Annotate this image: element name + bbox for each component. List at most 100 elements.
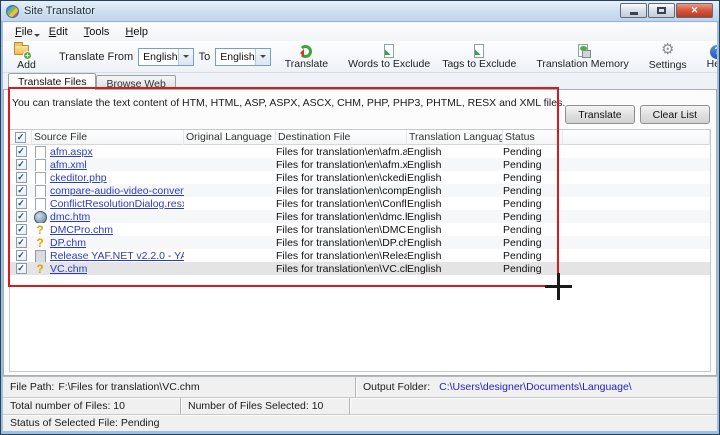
header-destination-file[interactable]: Destination File <box>276 131 350 143</box>
tab-translate-files[interactable]: Translate Files <box>8 73 96 90</box>
to-language-select[interactable]: English <box>215 48 270 66</box>
translation-language-cell: English <box>407 224 503 236</box>
destination-file-cell: Files for translation\en\DP.chm <box>276 237 407 249</box>
status-cell: Pending <box>503 211 563 223</box>
maximize-icon <box>657 7 666 14</box>
status-cell: Pending <box>503 224 563 236</box>
source-file-link[interactable]: VC.chm <box>50 263 87 275</box>
minimize-button[interactable] <box>620 3 647 18</box>
header-source-file[interactable]: Source File <box>32 131 87 143</box>
row-checkbox[interactable]: ✓ <box>16 250 27 261</box>
tab-strip: Translate Files Browse Web <box>3 73 717 90</box>
select-all-checkbox[interactable]: ✓ <box>15 132 26 143</box>
menu-bar: File Edit Tools Help <box>3 23 717 41</box>
maximize-button[interactable] <box>648 3 675 18</box>
to-label: To <box>199 51 211 63</box>
add-button[interactable]: + Add <box>7 42 46 72</box>
header-translation-language[interactable]: Translation Language <box>407 131 503 143</box>
from-language-select[interactable]: English <box>138 48 193 66</box>
source-file-link[interactable]: ckeditor.php <box>50 172 107 184</box>
translate-button[interactable]: Translate <box>565 105 634 124</box>
table-row[interactable]: ✓ afm.xml Files for translation\en\afm.x… <box>10 158 710 171</box>
table-row[interactable]: ✓ ? DP.chm Files for translation\en\DP.c… <box>10 236 710 249</box>
chm-icon: ? <box>34 263 46 275</box>
settings-button[interactable]: ⚙ Settings <box>643 42 693 72</box>
row-checkbox[interactable]: ✓ <box>16 146 27 157</box>
row-checkbox[interactable]: ✓ <box>16 237 27 248</box>
destination-file-cell: Files for translation\en\compare-a... <box>276 185 407 197</box>
table-row[interactable]: ✓ afm.aspx Files for translation\en\afm.… <box>10 145 710 158</box>
row-checkbox[interactable]: ✓ <box>16 198 27 209</box>
translate-toolbar-button[interactable]: Translate <box>279 42 334 72</box>
row-checkbox[interactable]: ✓ <box>16 224 27 235</box>
status-cell: Pending <box>503 250 563 262</box>
page-icon <box>34 172 46 184</box>
output-folder-label: Output Folder: <box>363 381 430 393</box>
row-checkbox[interactable]: ✓ <box>16 211 27 222</box>
row-checkbox[interactable]: ✓ <box>16 185 27 196</box>
source-file-link[interactable]: DP.chm <box>50 237 86 249</box>
add-folder-icon: + <box>13 42 31 58</box>
translation-language-cell: English <box>407 198 503 210</box>
status-cell: Pending <box>503 263 563 275</box>
header-original-language[interactable]: Original Language <box>184 131 272 143</box>
words-to-exclude-button[interactable]: Words to Exclude <box>342 42 436 72</box>
row-checkbox[interactable]: ✓ <box>16 172 27 183</box>
translation-memory-button[interactable]: Translation Memory <box>530 42 634 72</box>
source-file-link[interactable]: Release YAF.NET v2.2.0 - YAFNET ... <box>50 250 184 262</box>
page-icon <box>34 146 46 158</box>
source-file-link[interactable]: ConflictResolutionDialog.resx <box>50 198 184 210</box>
table-header: ✓ Source File Original Language Destinat… <box>10 130 710 145</box>
destination-file-cell: Files for translation\en\ckeditor.php <box>276 172 407 184</box>
table-row[interactable]: ✓ ? VC.chm Files for translation\en\VC.c… <box>10 262 710 275</box>
close-icon: ✕ <box>691 5 699 16</box>
app-icon <box>6 5 19 18</box>
translation-language-cell: English <box>407 172 503 184</box>
table-row[interactable]: ✓ ckeditor.php Files for translation\en\… <box>10 171 710 184</box>
table-row[interactable]: ✓ compare-audio-video-converters.as... F… <box>10 184 710 197</box>
row-checkbox[interactable]: ✓ <box>16 159 27 170</box>
file-path-label: File Path: <box>10 381 54 393</box>
chevron-down-icon[interactable] <box>255 49 270 65</box>
translation-language-cell: English <box>407 146 503 158</box>
clear-list-button[interactable]: Clear List <box>640 105 710 124</box>
source-file-link[interactable]: DMCPro.chm <box>50 224 113 236</box>
tab-browse-web[interactable]: Browse Web <box>96 75 175 90</box>
destination-file-cell: Files for translation\en\VC.chm <box>276 263 407 275</box>
source-file-link[interactable]: dmc.htm <box>50 211 90 223</box>
translation-language-cell: English <box>407 237 503 249</box>
status-cell: Pending <box>503 198 563 210</box>
add-dropdown-caret[interactable] <box>34 34 40 40</box>
translation-language-cell: English <box>407 211 503 223</box>
menu-edit[interactable]: Edit <box>41 24 76 40</box>
translate-files-panel: You can translate the text content of HT… <box>3 89 717 376</box>
header-status[interactable]: Status <box>503 131 535 143</box>
row-checkbox[interactable]: ✓ <box>16 263 27 274</box>
window-title: Site Translator <box>24 5 95 17</box>
output-folder-value[interactable]: C:\Users\designer\Documents\Language\ <box>439 381 632 393</box>
gear-icon: ⚙ <box>659 42 677 58</box>
menu-tools[interactable]: Tools <box>76 24 118 40</box>
chevron-down-icon[interactable] <box>178 49 193 65</box>
status-cell: Pending <box>503 172 563 184</box>
title-bar[interactable]: Site Translator ✕ <box>1 1 719 22</box>
source-file-link[interactable]: afm.xml <box>50 159 87 171</box>
close-button[interactable]: ✕ <box>676 3 713 18</box>
tags-to-exclude-button[interactable]: Tags to Exclude <box>436 42 522 72</box>
status-cell: Pending <box>503 159 563 171</box>
destination-file-cell: Files for translation\en\ConflictRe... <box>276 198 407 210</box>
words-to-exclude-icon <box>380 44 398 57</box>
source-file-link[interactable]: compare-audio-video-converters.as... <box>50 185 184 197</box>
window-frame <box>717 22 719 434</box>
table-row[interactable]: ✓ Release YAF.NET v2.2.0 - YAFNET ... Fi… <box>10 249 710 262</box>
source-file-link[interactable]: afm.aspx <box>50 146 93 158</box>
translate-from-label: Translate From <box>59 51 133 63</box>
page-gray-icon <box>34 250 46 262</box>
translation-language-cell: English <box>407 185 503 197</box>
translate-icon <box>297 44 315 57</box>
table-row[interactable]: ✓ ? DMCPro.chm Files for translation\en\… <box>10 223 710 236</box>
table-row[interactable]: ✓ ConflictResolutionDialog.resx Files fo… <box>10 197 710 210</box>
app-window: Site Translator ✕ File Edit Tools Help +… <box>0 0 720 435</box>
table-row[interactable]: ✓ dmc.htm Files for translation\en\dmc.h… <box>10 210 710 223</box>
menu-help[interactable]: Help <box>117 24 156 40</box>
